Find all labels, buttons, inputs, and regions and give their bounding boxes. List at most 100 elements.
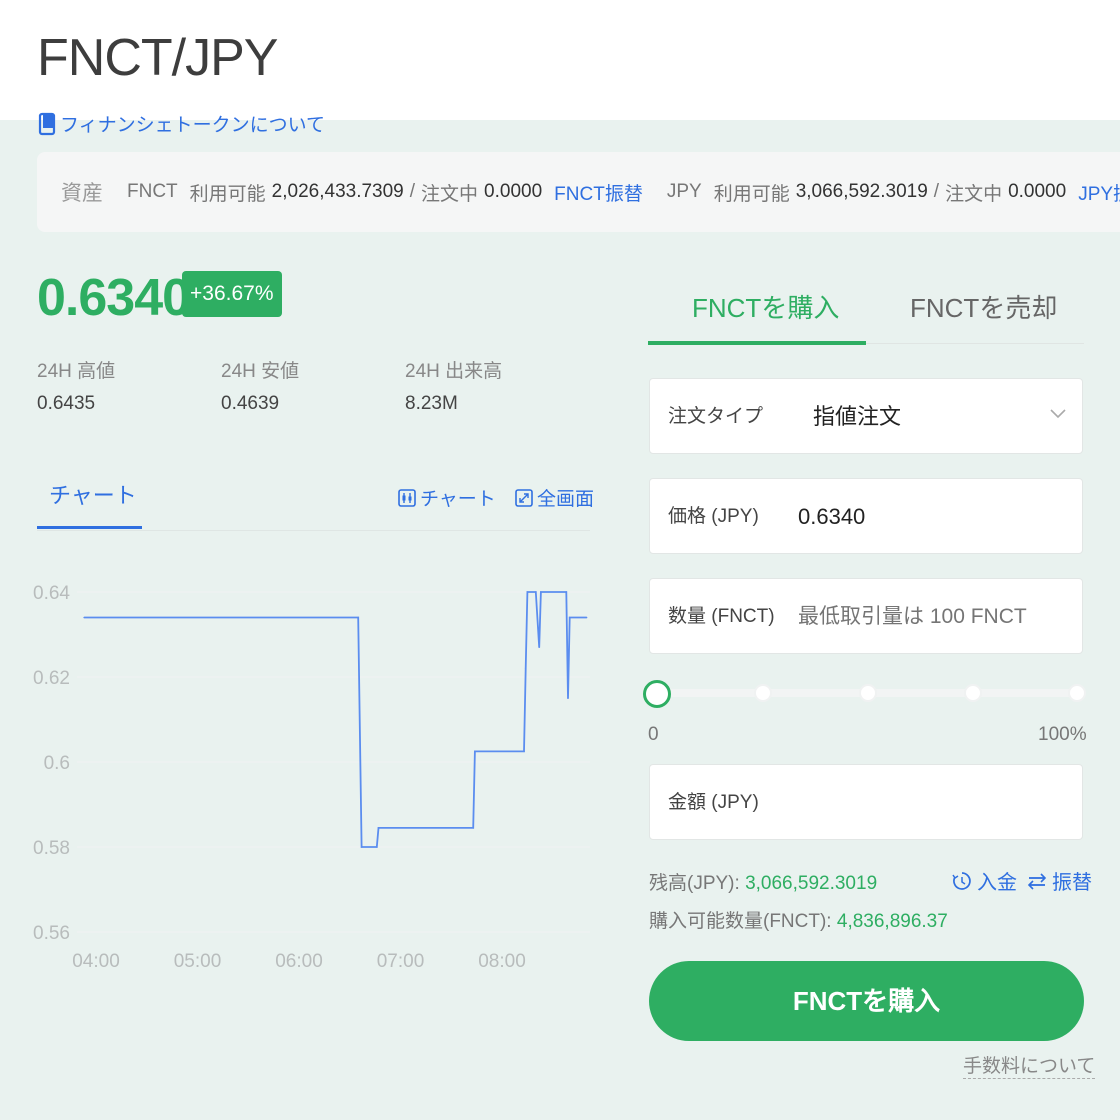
order-type-select[interactable]: 注文タイプ 指値注文 <box>649 378 1083 454</box>
fnct-transfer-link[interactable]: FNCT振替 <box>554 179 643 206</box>
slider-step-100[interactable] <box>1068 684 1086 702</box>
balance-value: 3,066,592.3019 <box>745 873 878 894</box>
assets-label: 資産 <box>61 182 103 205</box>
price-point <box>568 616 571 619</box>
x-tick-label: 05:00 <box>174 951 222 972</box>
jpy-ordering-value: 0.0000 <box>1008 181 1067 202</box>
deposit-icon <box>952 871 971 890</box>
y-tick-label: 0.56 <box>33 923 70 944</box>
x-tick-label: 04:00 <box>72 951 120 972</box>
book-icon <box>38 112 56 135</box>
price-point <box>83 616 85 619</box>
fnct-separator: / <box>409 181 416 202</box>
price-point <box>376 846 378 848</box>
expand-icon <box>515 488 533 507</box>
tab-buy[interactable]: FNCTを購入 <box>692 288 839 325</box>
buyable-line: 購入可能数量(FNCT): 4,836,896.37 <box>649 906 948 933</box>
y-tick-label: 0.58 <box>33 838 70 859</box>
chart-type-button[interactable]: チャート <box>398 484 496 511</box>
jpy-currency: JPY <box>666 181 702 202</box>
jpy-available-value: 3,066,592.3019 <box>795 181 928 202</box>
page-title: FNCT/JPY <box>37 29 278 87</box>
deposit-link[interactable]: 入金 <box>952 866 1017 895</box>
jpy-transfer-link[interactable]: JPY振替 <box>1078 179 1120 206</box>
price-point <box>472 827 475 829</box>
slider-min-label: 0 <box>648 724 659 745</box>
quantity-field[interactable]: 数量 (FNCT) <box>649 578 1083 655</box>
price-line <box>84 591 587 848</box>
chevron-down-icon <box>1050 409 1066 419</box>
assets-bar: 資産 FNCT 利用可能 2,026,433.7309 / 注文中 0.0000… <box>37 152 1120 232</box>
order-type-value: 指値注文 <box>813 404 902 429</box>
price-field-label: 価格 (JPY) <box>668 506 759 527</box>
transfer-link[interactable]: 振替 <box>1027 866 1092 895</box>
jpy-available-label: 利用可能 <box>713 183 790 205</box>
amount-field[interactable]: 金額 (JPY) <box>649 764 1083 840</box>
price-point <box>535 591 537 593</box>
high-24h-value: 0.6435 <box>37 393 96 414</box>
slider-step-25[interactable] <box>754 684 772 702</box>
slider-max-label: 100% <box>1038 724 1087 745</box>
fee-info-link[interactable]: 手数料について <box>963 1051 1096 1079</box>
x-tick-label: 07:00 <box>377 951 425 972</box>
quantity-field-label: 数量 (FNCT) <box>668 606 775 627</box>
fnct-available-value: 2,026,433.7309 <box>271 181 404 202</box>
price-point <box>585 616 588 619</box>
last-price: 0.6340 <box>37 269 191 327</box>
high-24h-label: 24H 高値 <box>37 361 116 382</box>
y-tick-label: 0.64 <box>33 583 70 604</box>
fullscreen-button[interactable]: 全画面 <box>515 484 594 511</box>
price-point <box>565 591 568 593</box>
low-24h-label: 24H 安値 <box>221 361 300 382</box>
chart-tabs-divider <box>37 530 590 531</box>
x-tick-label: 08:00 <box>478 951 526 972</box>
chart-type-label: チャート <box>420 489 496 510</box>
fnct-ordering-value: 0.0000 <box>484 181 543 202</box>
volume-24h-value: 8.23M <box>405 393 458 414</box>
price-point <box>540 591 542 593</box>
balance-label: 残高(JPY): <box>649 873 740 894</box>
buyable-label: 購入可能数量(FNCT): <box>649 911 832 932</box>
quantity-input[interactable] <box>798 579 1068 655</box>
price-point <box>524 667 527 670</box>
price-field[interactable]: 価格 (JPY) 0.6340 <box>649 478 1083 554</box>
low-24h-value: 0.4639 <box>221 393 280 414</box>
slider-step-50[interactable] <box>859 684 877 702</box>
y-tick-label: 0.62 <box>33 668 70 689</box>
transfer-icon <box>1027 872 1047 890</box>
transfer-label: 振替 <box>1052 872 1092 894</box>
price-point <box>474 750 476 753</box>
y-tick-label: 0.6 <box>44 753 70 774</box>
tab-buy-indicator <box>648 341 866 345</box>
price-point <box>357 616 360 619</box>
price-point <box>567 697 569 700</box>
price-change-badge: +36.67% <box>182 271 282 317</box>
jpy-separator: / <box>933 181 940 202</box>
fullscreen-label: 全画面 <box>537 489 595 510</box>
tab-chart[interactable]: チャート <box>49 478 137 510</box>
fnct-ordering-label: 注文中 <box>421 183 479 205</box>
about-token-label: フィナンシェトークンについて <box>60 115 326 136</box>
quantity-slider-handle[interactable] <box>643 680 671 708</box>
price-point <box>377 827 380 829</box>
price-point <box>523 750 525 753</box>
tab-sell[interactable]: FNCTを売却 <box>910 288 1057 325</box>
price-point <box>538 646 541 649</box>
price-point <box>526 591 529 593</box>
amount-field-label: 金額 (JPY) <box>668 792 759 813</box>
deposit-label: 入金 <box>977 872 1017 894</box>
slider-step-75[interactable] <box>964 684 982 702</box>
fnct-available-label: 利用可能 <box>189 183 266 205</box>
candlestick-icon <box>398 488 416 507</box>
buyable-value: 4,836,896.37 <box>836 911 948 932</box>
price-chart[interactable]: 0.64 0.62 0.6 0.58 0.5604:00 05:00 06:00 07:00 0… <box>30 560 600 980</box>
volume-24h-label: 24H 出来高 <box>405 361 503 382</box>
tab-chart-indicator <box>37 526 142 529</box>
about-token-link[interactable]: フィナンシェトークンについて <box>38 110 325 137</box>
order-type-label: 注文タイプ <box>668 406 764 427</box>
price-field-value[interactable]: 0.6340 <box>798 479 865 555</box>
buy-button[interactable]: FNCTを購入 <box>649 961 1084 1041</box>
jpy-ordering-label: 注文中 <box>945 183 1003 205</box>
fnct-currency: FNCT <box>127 181 178 202</box>
price-point <box>360 846 363 848</box>
